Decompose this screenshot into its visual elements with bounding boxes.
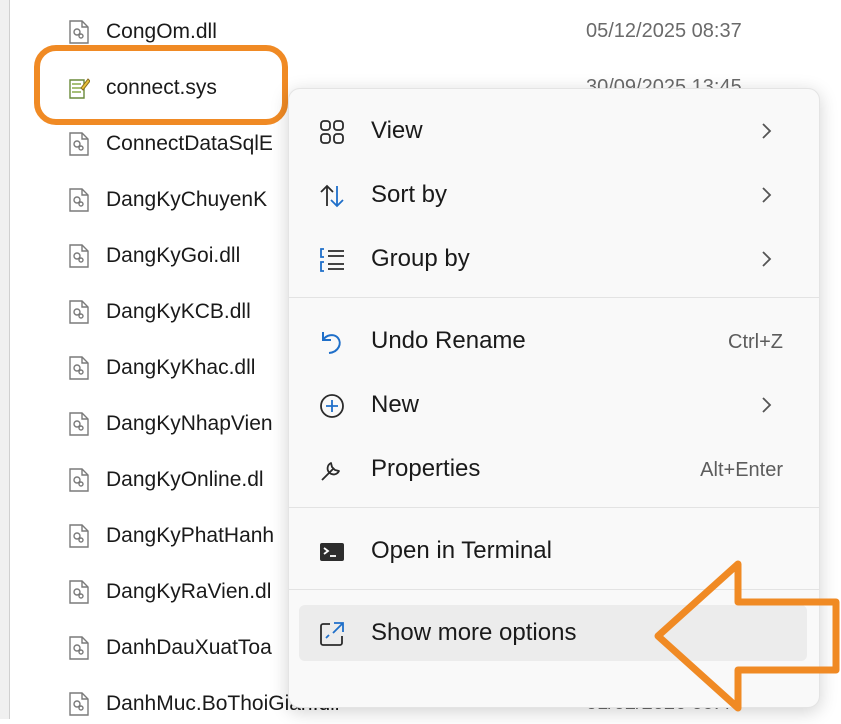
menu-item-view[interactable]: View bbox=[299, 103, 807, 159]
menu-item-label: Properties bbox=[371, 455, 481, 482]
menu-item-label: Group by bbox=[371, 245, 470, 272]
sort-icon bbox=[320, 184, 344, 208]
dll-file-icon bbox=[69, 132, 89, 156]
menu-item-open-in-terminal[interactable]: Open in Terminal bbox=[299, 523, 807, 579]
menu-shortcut: Alt+Enter bbox=[700, 459, 783, 481]
show-more-options-icon bbox=[320, 622, 344, 646]
chevron-right-icon bbox=[762, 251, 772, 267]
file-name: DangKyRaVien.dl bbox=[106, 580, 272, 603]
dll-file-icon bbox=[69, 636, 89, 660]
menu-separator bbox=[289, 589, 819, 590]
menu-item-label: Open in Terminal bbox=[371, 537, 552, 564]
terminal-icon bbox=[320, 543, 344, 561]
dll-file-icon bbox=[69, 692, 89, 716]
dll-file-icon bbox=[69, 244, 89, 268]
menu-shortcut: Ctrl+Z bbox=[728, 331, 783, 353]
menu-item-show-more-options[interactable]: Show more options bbox=[299, 605, 807, 661]
menu-item-new[interactable]: New bbox=[299, 377, 807, 433]
menu-item-group-by[interactable]: Group by bbox=[299, 231, 807, 287]
dll-file-icon bbox=[69, 300, 89, 324]
chevron-right-icon bbox=[762, 187, 772, 203]
file-name: DangKyOnline.dl bbox=[106, 468, 264, 491]
dll-file-icon bbox=[69, 188, 89, 212]
menu-separator bbox=[289, 297, 819, 298]
menu-item-label: Undo Rename bbox=[371, 327, 526, 354]
undo-icon bbox=[322, 332, 341, 354]
view-grid-icon bbox=[320, 120, 344, 144]
menu-item-label: View bbox=[371, 117, 423, 144]
list-item[interactable]: CongOm.dll 05/12/2025 08:37 bbox=[64, 12, 824, 52]
menu-item-label: Show more options bbox=[371, 619, 577, 646]
sys-file-icon bbox=[69, 78, 90, 99]
dll-file-icon bbox=[69, 580, 89, 604]
chevron-right-icon bbox=[762, 397, 772, 413]
file-name: DangKyGoi.dll bbox=[106, 244, 241, 267]
chevron-right-icon bbox=[762, 123, 772, 139]
menu-item-properties[interactable]: Properties Alt+Enter bbox=[299, 441, 807, 497]
menu-item-undo-rename[interactable]: Undo Rename Ctrl+Z bbox=[299, 313, 807, 369]
menu-separator bbox=[289, 507, 819, 508]
dll-file-icon bbox=[69, 524, 89, 548]
file-name: DanhDauXuatToa bbox=[106, 636, 272, 659]
menu-item-label: New bbox=[371, 391, 420, 418]
dll-file-icon bbox=[69, 20, 89, 44]
dll-file-icon bbox=[69, 412, 89, 436]
properties-wrench-icon bbox=[321, 462, 340, 481]
file-date: 05/12/2025 08:37 bbox=[586, 20, 742, 42]
file-name: DangKyKhac.dll bbox=[106, 356, 256, 379]
context-menu: View Sort by Group by Undo Rename Ctrl+Z… bbox=[288, 88, 820, 708]
menu-item-label: Sort by bbox=[371, 181, 448, 208]
file-name: connect.sys bbox=[106, 76, 217, 99]
new-plus-icon bbox=[320, 394, 344, 418]
dll-file-icon bbox=[69, 468, 89, 492]
file-name: ConnectDataSqlE bbox=[106, 132, 273, 155]
menu-item-sort-by[interactable]: Sort by bbox=[299, 167, 807, 223]
dll-file-icon bbox=[69, 356, 89, 380]
file-name: DangKyPhatHanh bbox=[106, 524, 275, 547]
group-icon bbox=[320, 248, 344, 272]
file-name: CongOm.dll bbox=[106, 20, 217, 43]
file-name: DangKyNhapVien bbox=[106, 412, 273, 435]
file-name: DangKyKCB.dll bbox=[106, 300, 251, 323]
file-name: DangKyChuyenK bbox=[106, 188, 268, 211]
